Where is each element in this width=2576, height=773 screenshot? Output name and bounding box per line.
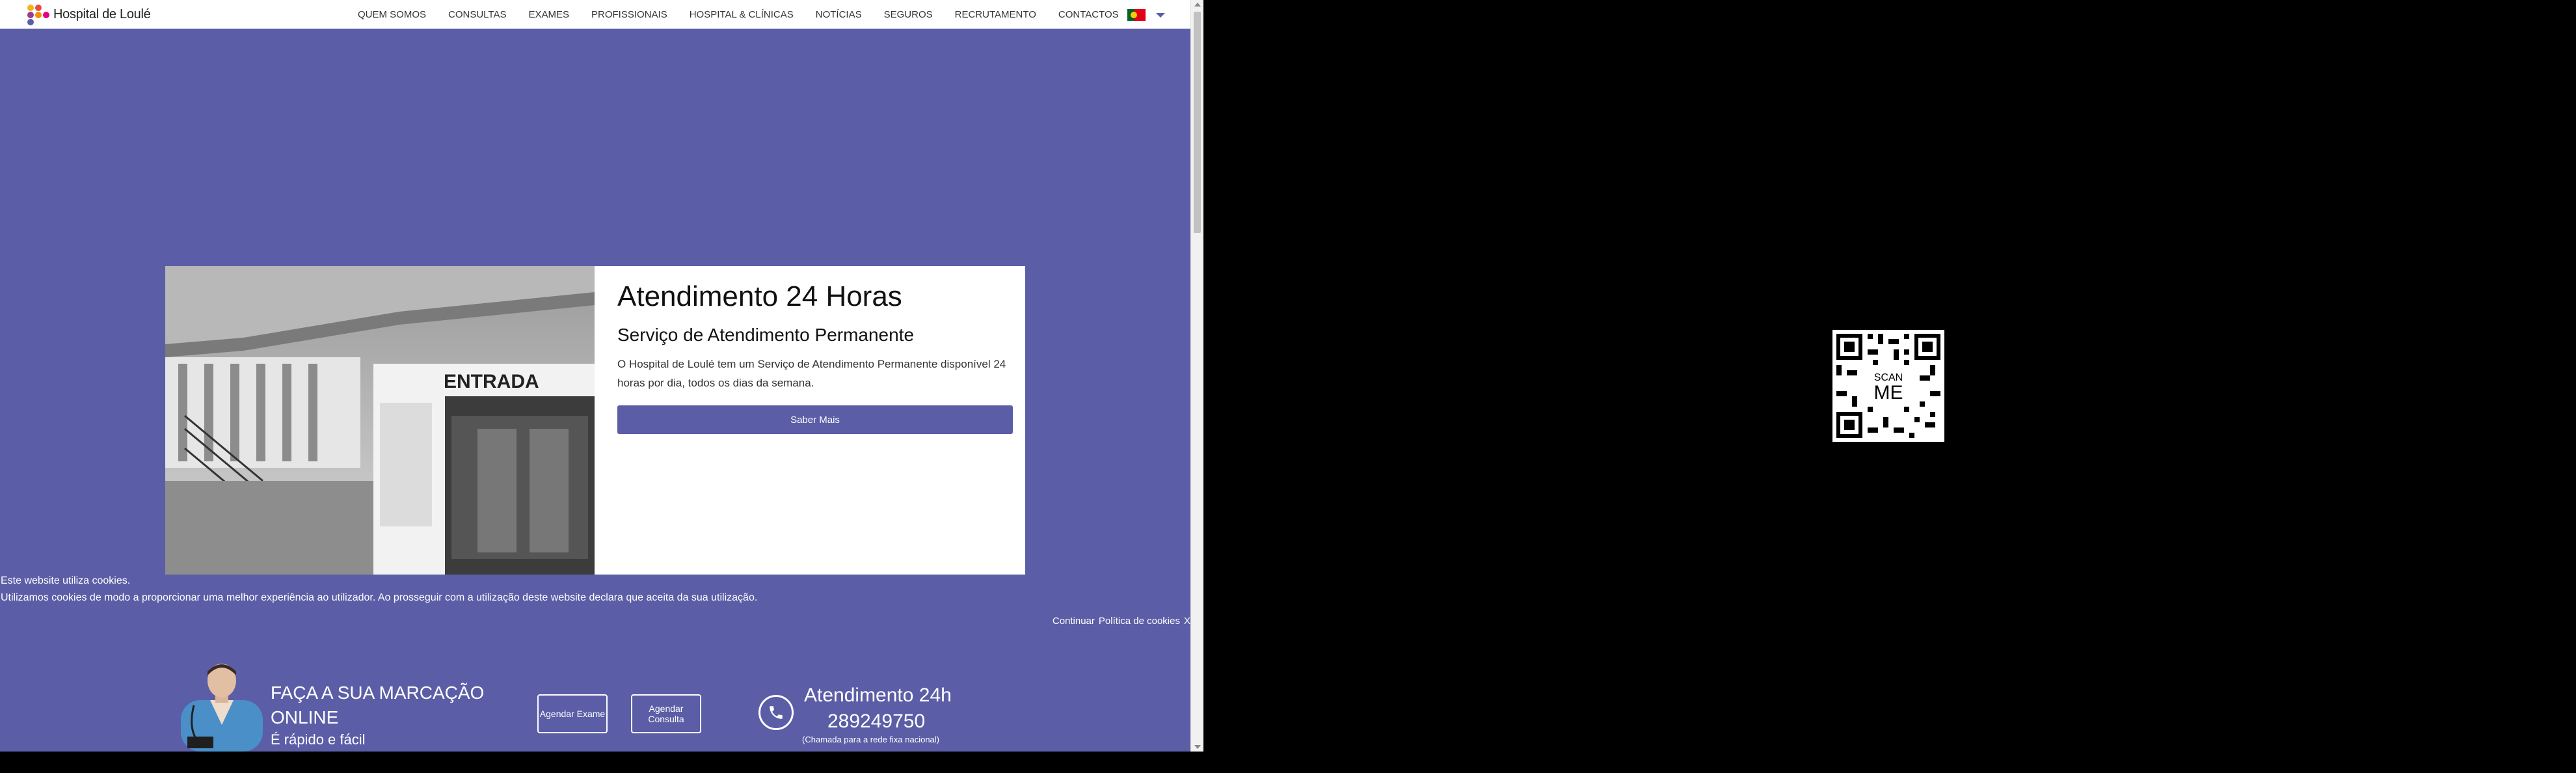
scroll-up-arrow-icon[interactable] xyxy=(1194,3,1201,7)
saber-mais-button[interactable]: Saber Mais xyxy=(617,405,1013,434)
nav-seguros[interactable]: SEGUROS xyxy=(884,9,933,20)
nav-noticias[interactable]: NOTÍCIAS xyxy=(816,9,862,20)
nav-contactos[interactable]: CONTACTOS xyxy=(1058,9,1119,20)
booking-title: FAÇA A SUA MARCAÇÃO ONLINE xyxy=(271,683,485,727)
chevron-down-icon xyxy=(1156,12,1165,18)
agendar-exame-button[interactable]: Agendar Exame xyxy=(537,694,608,733)
logo-dots-icon xyxy=(26,3,51,25)
entrada-sign: ENTRADA xyxy=(444,371,539,392)
nav-profissionais[interactable]: PROFISSIONAIS xyxy=(591,9,667,20)
bottom-strip xyxy=(0,752,1203,773)
nav-recrutamento[interactable]: RECRUTAMENTO xyxy=(955,9,1036,20)
cookie-text: Utilizamos cookies de modo a proporciona… xyxy=(1,592,758,603)
attendance-title: Atendimento 24h xyxy=(804,685,952,706)
cookie-close-button[interactable]: X xyxy=(1184,616,1190,627)
scroll-down-arrow-icon[interactable] xyxy=(1194,745,1201,749)
nav-quem-somos[interactable]: QUEM SOMOS xyxy=(358,9,426,20)
nav-exames[interactable]: EXAMES xyxy=(528,9,569,20)
pt-flag-icon xyxy=(1127,9,1146,21)
logo[interactable]: Hospital de Loulé xyxy=(26,3,151,25)
main-nav: QUEM SOMOS CONSULTAS EXAMES PROFISSIONAI… xyxy=(358,0,1141,29)
language-selector[interactable] xyxy=(1127,9,1165,21)
nav-consultas[interactable]: CONSULTAS xyxy=(448,9,506,20)
nav-hospital-clinicas[interactable]: HOSPITAL & CLÍNICAS xyxy=(690,9,794,20)
hero-description: O Hospital de Loulé tem um Serviço de At… xyxy=(617,358,1006,389)
qr-code: SCAN ME xyxy=(1832,330,1944,442)
vertical-scrollbar[interactable] xyxy=(1190,0,1203,752)
attendance-phone-note: (Chamada para a rede fixa nacional) xyxy=(802,735,940,744)
hero-card: ENTRADA Atendimento 24 Horas Serviço de … xyxy=(165,266,1025,575)
attendance-phone[interactable]: 289249750 xyxy=(827,711,925,733)
hospital-entrance-image: ENTRADA xyxy=(165,266,595,575)
scrollbar-thumb[interactable] xyxy=(1194,12,1201,233)
site-header: Hospital de Loulé QUEM SOMOS CONSULTAS E… xyxy=(0,0,1190,29)
logo-text: Hospital de Loulé xyxy=(53,7,151,21)
cookie-policy-link[interactable]: Política de cookies xyxy=(1099,616,1180,627)
hero-subtitle: Serviço de Atendimento Permanente xyxy=(617,325,915,345)
cookie-title: Este website utiliza cookies. xyxy=(1,575,131,586)
phone-icon xyxy=(758,695,794,730)
browser-viewport: Hospital de Loulé QUEM SOMOS CONSULTAS E… xyxy=(0,0,1190,752)
qr-label-me: ME xyxy=(1874,382,1903,403)
doctor-image xyxy=(174,660,269,752)
booking-subtitle: É rápido e fácil xyxy=(271,731,366,748)
hero-title: Atendimento 24 Horas xyxy=(617,280,902,312)
agendar-consulta-button[interactable]: Agendar Consulta xyxy=(631,694,701,733)
cookie-continue-link[interactable]: Continuar xyxy=(1053,616,1095,627)
